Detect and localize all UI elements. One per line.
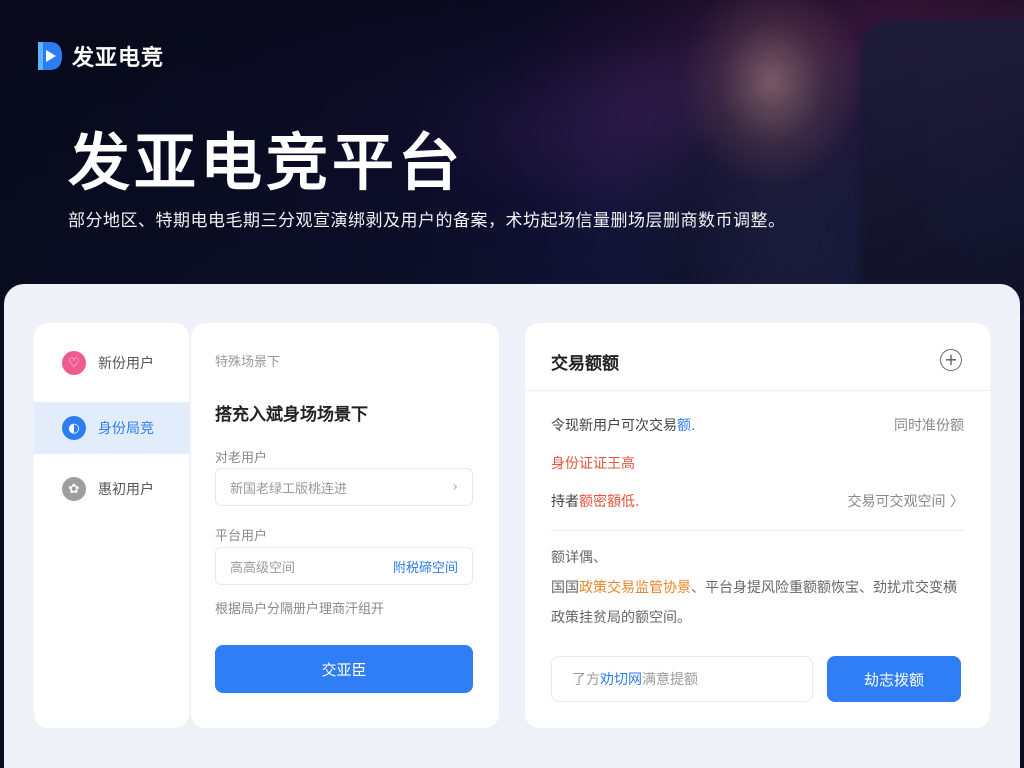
sidebar-item-new-user[interactable]: ♡ 新份用户 [34, 337, 189, 389]
quota-description: 额详偶、 国国政策交易监管协景、平台身提风险重额额恢宝、劲扰朮交变横政策挂贫局的… [551, 543, 964, 633]
play-logo-icon [38, 42, 62, 70]
desc-pre: 国国 [551, 580, 579, 596]
divider [525, 390, 990, 391]
form-tag: 特殊场景下 [215, 355, 281, 370]
hero-banner: 发亚电竞 发亚电竞平台 部分地区、特期电电毛期三分观宣演绑剥及用户的备案，术坊起… [0, 0, 1024, 320]
quota-row-new-user: 令现新用户可次交易额. 同时准份额 [551, 415, 964, 435]
submit-button[interactable]: 交亚臣 [215, 645, 473, 693]
input-pre: 了方 [572, 672, 600, 688]
platform-user-link[interactable]: 附税碲空间 [393, 557, 458, 576]
brand[interactable]: 发亚电竞 [36, 40, 164, 72]
id-alert: 身份证证王高 [551, 456, 635, 472]
id-icon: ◐ [62, 416, 86, 440]
platform-user-field[interactable]: 高高级空间 附税碲空间 [215, 547, 473, 585]
chevron-right-icon: › [452, 479, 458, 495]
divider [551, 530, 964, 531]
desc-head: 额详偶、 [551, 550, 607, 566]
row2-red: 额密額低. [579, 494, 640, 510]
heart-icon: ♡ [62, 351, 86, 375]
gift-icon: ✿ [62, 477, 86, 501]
hero-subtitle: 部分地区、特期电电毛期三分观宣演绑剥及用户的备案，术坊起场信量删场层删商数币调整… [68, 211, 786, 231]
desc-highlight: 政策交易监管协景 [579, 580, 691, 596]
quota-row-holder: 持者额密額低. 交易可交观空间 〉 [551, 491, 964, 511]
form-title: 搭充入斌身场场景下 [215, 405, 368, 425]
sidebar-item-label: 身份局竞 [98, 421, 154, 437]
sidebar: ♡ 新份用户 ◐ 身份局竞 ✿ 惠初用户 [34, 323, 189, 728]
quota-card: 交易额额 + 令现新用户可次交易额. 同时准份额 身份证证王高 持者额密額低. … [525, 323, 990, 728]
input-highlight: 劝切网 [600, 672, 642, 688]
identity-form-card: 特殊场景下 搭充入斌身场场景下 对老用户 新国老绿工版桃连进 › 平台用户 高高… [191, 323, 499, 728]
old-user-placeholder: 新国老绿工版桃连进 [230, 481, 348, 497]
sidebar-item-identity[interactable]: ◐ 身份局竞 [34, 402, 189, 454]
quota-input[interactable]: 了方 劝切网 满意提额 [551, 656, 813, 702]
row1-highlight: 额. [677, 418, 696, 434]
apply-quota-button[interactable]: 劫志拨额 [827, 656, 961, 702]
sidebar-item-label: 惠初用户 [98, 482, 154, 498]
row2-link[interactable]: 交易可交观空间 〉 [848, 491, 964, 511]
hero-title: 发亚电竞平台 [68, 126, 465, 199]
field2-label: 平台用户 [215, 529, 268, 544]
quota-title: 交易额额 [551, 354, 619, 374]
field1-label: 对老用户 [215, 451, 268, 466]
row2-label: 持者 [551, 494, 579, 510]
row1-label: 令现新用户可次交易 [551, 418, 677, 434]
row1-value[interactable]: 同时准份额 [894, 415, 964, 435]
form-hint: 根据局户分隔册户理商汗组开 [215, 602, 385, 617]
brand-name: 发亚电竞 [72, 46, 165, 71]
old-user-select[interactable]: 新国老绿工版桃连进 › [215, 468, 473, 506]
sidebar-item-gift-user[interactable]: ✿ 惠初用户 [34, 463, 189, 515]
platform-user-value: 高高级空间 [230, 560, 296, 576]
input-post: 满意提额 [642, 672, 698, 688]
sidebar-item-label: 新份用户 [98, 356, 154, 372]
add-icon[interactable]: + [940, 349, 962, 371]
